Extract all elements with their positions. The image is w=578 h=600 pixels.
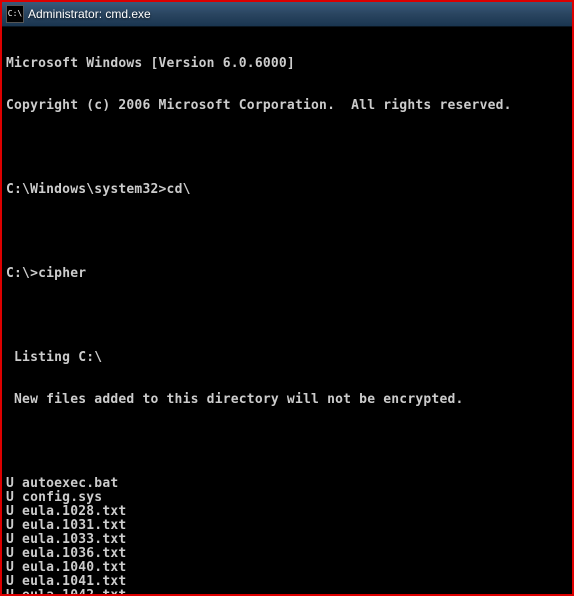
terminal-output[interactable]: Microsoft Windows [Version 6.0.6000] Cop… [2, 27, 572, 594]
file-entry: U autoexec.bat [6, 477, 568, 491]
cmd-icon: C:\ [6, 5, 24, 23]
blank-line [6, 141, 568, 155]
prompt-line-1: C:\Windows\system32>cd\ [6, 183, 568, 197]
prompt-command: cd\ [167, 182, 191, 197]
file-entry: U eula.1040.txt [6, 561, 568, 575]
file-entry: U eula.1031.txt [6, 519, 568, 533]
blank-line [6, 435, 568, 449]
prompt-prefix: C:\> [6, 266, 38, 281]
file-entry: U eula.1036.txt [6, 547, 568, 561]
header-line-1: Microsoft Windows [Version 6.0.6000] [6, 57, 568, 71]
cipher-notice: New files added to this directory will n… [6, 393, 568, 407]
header-line-2: Copyright (c) 2006 Microsoft Corporation… [6, 99, 568, 113]
prompt-command: cipher [38, 266, 86, 281]
cipher-listing: Listing C:\ [6, 351, 568, 365]
file-entry: U eula.1028.txt [6, 505, 568, 519]
file-list: U autoexec.batU config.sysU eula.1028.tx… [6, 477, 568, 594]
cmd-window: C:\ Administrator: cmd.exe Microsoft Win… [2, 2, 572, 594]
file-entry: U config.sys [6, 491, 568, 505]
file-entry: U eula.1042.txt [6, 589, 568, 594]
prompt-prefix: C:\Windows\system32> [6, 182, 167, 197]
prompt-line-2: C:\>cipher [6, 267, 568, 281]
file-entry: U eula.1033.txt [6, 533, 568, 547]
titlebar[interactable]: C:\ Administrator: cmd.exe [2, 2, 572, 27]
blank-line [6, 225, 568, 239]
window-title: Administrator: cmd.exe [28, 7, 568, 21]
file-entry: U eula.1041.txt [6, 575, 568, 589]
blank-line [6, 309, 568, 323]
screenshot-border: C:\ Administrator: cmd.exe Microsoft Win… [0, 0, 574, 596]
